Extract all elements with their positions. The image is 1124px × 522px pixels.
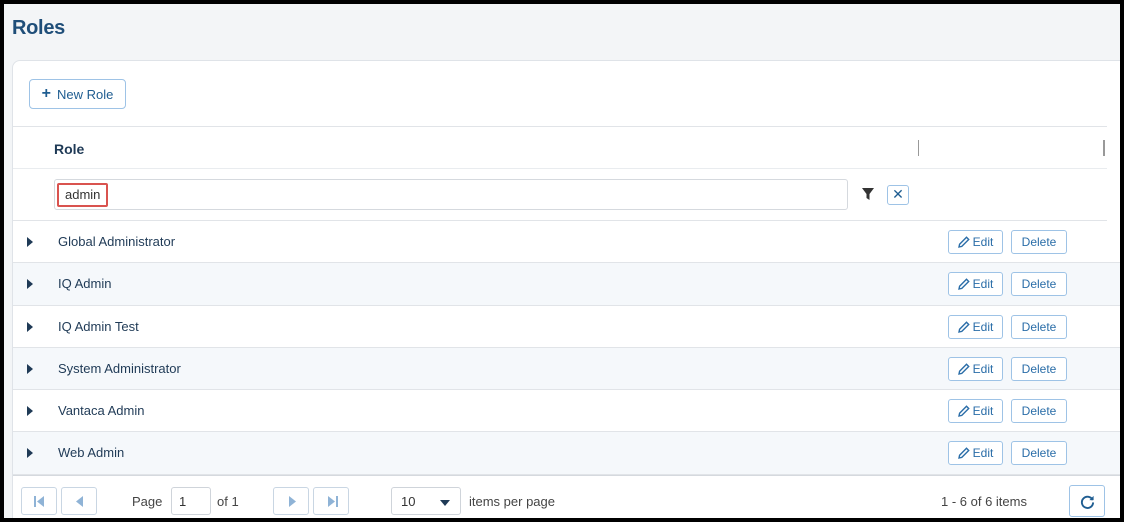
column-resize-handle[interactable] [1103, 140, 1105, 156]
table-row: Vantaca Admin Edit Delete [13, 390, 1120, 433]
new-role-label: New Role [56, 86, 114, 102]
role-name: IQ Admin [58, 276, 112, 292]
expand-icon[interactable] [27, 406, 33, 417]
edit-label: Edit [972, 404, 994, 419]
role-name: Global Administrator [58, 234, 176, 249]
table-row: IQ Admin Edit Delete [13, 263, 1120, 306]
last-page-icon [328, 496, 338, 507]
scrollbar[interactable] [1107, 126, 1120, 221]
pencil-icon [957, 447, 970, 460]
edit-button[interactable]: Edit [948, 272, 1003, 297]
edit-label: Edit [972, 235, 994, 249]
delete-button[interactable]: Delete [1011, 399, 1067, 424]
items-summary: 1 - 6 of 6 items [941, 494, 1027, 509]
role-name: IQ Admin Test [58, 318, 139, 334]
filter-icon[interactable] [861, 187, 875, 201]
edit-label: Edit [972, 446, 994, 461]
first-page-icon [34, 496, 44, 507]
delete-button[interactable]: Delete [1011, 272, 1067, 297]
page-number-input[interactable] [171, 487, 211, 515]
expand-icon[interactable] [27, 237, 33, 247]
last-page-button[interactable] [313, 487, 349, 515]
edit-label: Edit [972, 319, 994, 334]
items-per-page-value: 10 [401, 494, 416, 509]
roles-panel: + New Role Role admin ✕ Global Administr… [12, 60, 1120, 518]
page-count: of 1 [217, 494, 239, 509]
pencil-icon [957, 363, 970, 375]
column-resize-handle[interactable] [918, 140, 919, 156]
roles-list: Global Administrator Edit Delete IQ Admi… [13, 221, 1120, 475]
edit-button[interactable]: Edit [948, 441, 1003, 466]
edit-button[interactable]: Edit [948, 356, 1003, 381]
grid-header: Role [13, 126, 1107, 169]
plus-icon: + [41, 85, 51, 102]
previous-page-button[interactable] [61, 487, 97, 515]
filter-row: admin ✕ [13, 169, 1107, 221]
first-page-button[interactable] [21, 487, 57, 515]
edit-label: Edit [972, 277, 994, 292]
delete-button[interactable]: Delete [1011, 230, 1067, 254]
page-title: Roles [12, 17, 65, 39]
pencil-icon [957, 320, 970, 333]
expand-icon[interactable] [27, 279, 33, 290]
edit-button[interactable]: Edit [948, 230, 1003, 254]
role-name: Web Admin [58, 445, 125, 461]
next-page-button[interactable] [273, 487, 309, 515]
chevron-right-icon [289, 496, 296, 507]
pencil-icon [957, 405, 970, 418]
edit-button[interactable]: Edit [948, 399, 1003, 424]
expand-icon[interactable] [27, 363, 33, 374]
role-name: System Administrator [58, 360, 181, 376]
new-role-button[interactable]: + New Role [29, 79, 126, 109]
chevron-left-icon [76, 496, 83, 507]
pencil-icon [957, 236, 970, 248]
delete-button[interactable]: Delete [1011, 356, 1067, 381]
items-per-page-select[interactable]: 10 [391, 487, 461, 515]
table-row: Web Admin Edit Delete [13, 432, 1120, 475]
table-row: IQ Admin Test Edit Delete [13, 305, 1120, 348]
edit-button[interactable]: Edit [948, 314, 1003, 339]
refresh-button[interactable] [1069, 485, 1105, 517]
refresh-icon [1080, 495, 1095, 509]
page-label: Page [132, 494, 163, 509]
column-header-role[interactable]: Role [54, 141, 84, 157]
pager: Page of 1 10 items per page 1 - 6 of 6 i… [13, 475, 1120, 518]
delete-button[interactable]: Delete [1011, 441, 1067, 466]
edit-label: Edit [972, 361, 994, 376]
items-per-page-label: items per page [469, 494, 555, 509]
expand-icon[interactable] [27, 321, 33, 332]
caret-down-icon [440, 500, 450, 506]
delete-button[interactable]: Delete [1011, 314, 1067, 339]
expand-icon[interactable] [27, 448, 33, 459]
role-filter-value: admin [57, 183, 109, 207]
role-filter-input[interactable]: admin [54, 179, 848, 210]
clear-filter-button[interactable]: ✕ [887, 185, 909, 205]
pencil-icon [957, 278, 970, 291]
table-row: System Administrator Edit Delete [13, 347, 1120, 391]
role-name: Vantaca Admin [58, 403, 145, 419]
app-frame: Roles + New Role Role admin ✕ Global Adm… [4, 4, 1120, 518]
table-row: Global Administrator Edit Delete [13, 221, 1120, 264]
